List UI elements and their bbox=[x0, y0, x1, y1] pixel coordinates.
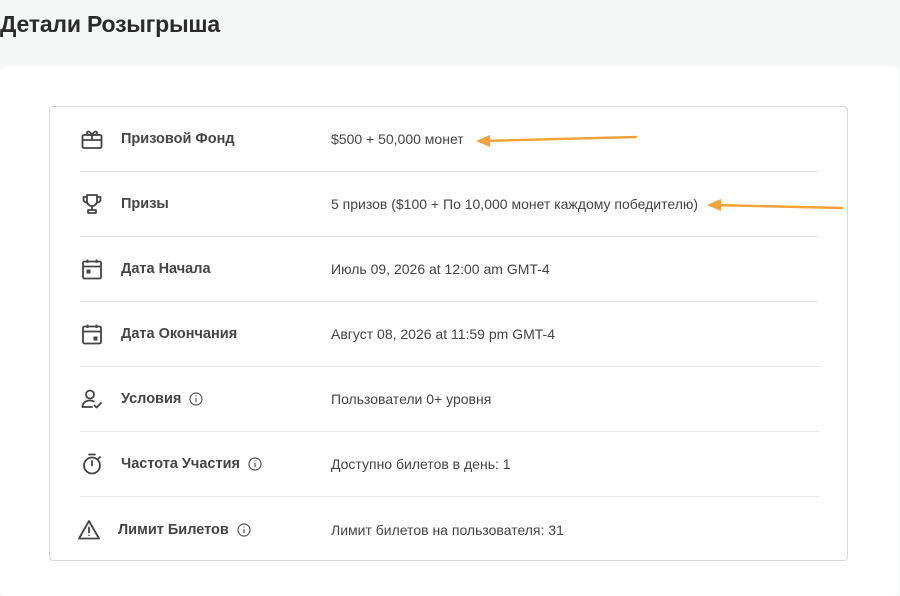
detail-label: Призовой Фонд bbox=[121, 131, 235, 147]
detail-label: Дата Окончания bbox=[121, 326, 238, 342]
detail-row-frequency: Частота Участия Доступно билетов в день:… bbox=[80, 432, 819, 497]
calendar-end-icon bbox=[80, 322, 104, 346]
annotation-arrow bbox=[476, 135, 638, 147]
detail-value: Лимит билетов на пользователя: 31 bbox=[331, 521, 564, 538]
detail-row-end-date: Дата Окончания Август 08, 2026 at 11:59 … bbox=[80, 302, 819, 367]
detail-value: Июль 09, 2026 at 12:00 am GMT-4 bbox=[331, 261, 550, 277]
detail-value: 5 призов ($100 + По 10,000 монет каждому… bbox=[331, 196, 699, 212]
detail-label: Условия bbox=[121, 391, 203, 407]
detail-value: $500 + 50,000 монет bbox=[331, 131, 464, 147]
gift-box-icon bbox=[80, 127, 104, 151]
stopwatch-icon bbox=[80, 452, 104, 476]
page-title: Детали Розыгрыша bbox=[0, 11, 220, 37]
info-icon[interactable] bbox=[237, 522, 251, 537]
trophy-icon bbox=[80, 192, 104, 216]
detail-row-ticket-limit: Лимит Билетов Лимит билетов на пользоват… bbox=[77, 497, 819, 562]
detail-label: Дата Начала bbox=[121, 261, 211, 277]
user-check-icon bbox=[80, 387, 104, 411]
detail-label: Частота Участия bbox=[121, 456, 262, 472]
detail-value: Доступно билетов в день: 1 bbox=[331, 456, 511, 472]
info-icon[interactable] bbox=[189, 392, 203, 406]
annotation-arrow bbox=[707, 199, 844, 211]
detail-label: Лимит Билетов bbox=[118, 522, 251, 538]
info-icon[interactable] bbox=[248, 457, 262, 471]
warning-triangle-icon bbox=[77, 518, 101, 542]
detail-row-start-date: Дата Начала Июль 09, 2026 at 12:00 am GM… bbox=[80, 237, 819, 302]
detail-row-conditions: Условия Пользователи 0+ уровня bbox=[80, 367, 819, 432]
detail-label: Призы bbox=[121, 196, 169, 212]
giveaway-details-card: Призовой Фонд $500 + 50,000 монет Призы … bbox=[49, 106, 848, 561]
detail-row-prize-pool: Призовой Фонд $500 + 50,000 монет bbox=[80, 107, 819, 172]
detail-value: Пользователи 0+ уровня bbox=[331, 391, 492, 407]
detail-value: Август 08, 2026 at 11:59 pm GMT-4 bbox=[331, 326, 555, 342]
calendar-start-icon bbox=[80, 257, 104, 281]
